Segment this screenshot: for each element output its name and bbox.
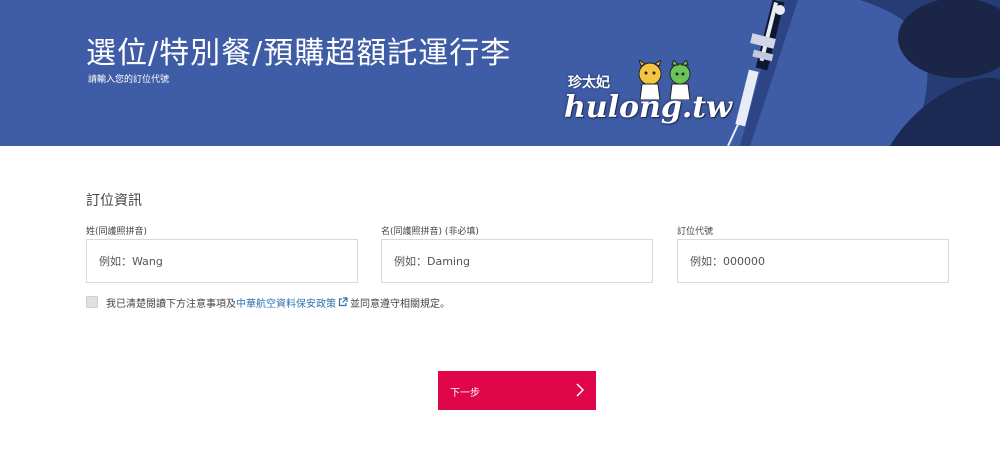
consent-prefix: 我已清楚閱讀下方注意事項及 — [106, 298, 236, 310]
privacy-policy-link[interactable]: 中華航空資料保安政策 — [236, 295, 336, 310]
given-name-label: 名(同護照拼音) (非必填) — [381, 227, 479, 237]
next-step-button[interactable]: 下一步 — [438, 371, 596, 410]
surname-label: 姓(同護照拼音) — [86, 227, 148, 237]
airplane-engine-illustration — [720, 0, 1000, 146]
booking-code-field[interactable] — [677, 239, 949, 283]
hero-banner: 選位/特別餐/預購超額託運行李 請輸入您的訂位代號 珍太妃 hulong.tw — [0, 0, 1000, 146]
consent-row: 我已清楚閱讀下方注意事項及 中華航空資料保安政策 並同意遵守相關規定。 — [86, 295, 450, 310]
next-step-label: 下一步 — [450, 388, 480, 399]
booking-code-label: 訂位代號 — [677, 227, 714, 237]
watermark-cn-text: 珍太妃 — [568, 75, 610, 91]
section-title: 訂位資訊 — [86, 193, 142, 209]
blog-watermark: 珍太妃 hulong.tw — [560, 60, 732, 130]
booking-code-input[interactable] — [678, 240, 948, 282]
given-name-input[interactable] — [382, 240, 652, 282]
chevron-right-icon — [576, 383, 584, 397]
surname-input[interactable] — [87, 240, 357, 282]
external-link-icon[interactable] — [338, 297, 348, 307]
watermark-text: hulong.tw — [564, 90, 732, 125]
page-title: 選位/特別餐/預購超額託運行李 — [86, 36, 512, 71]
consent-suffix: 並同意遵守相關規定。 — [350, 298, 450, 310]
consent-checkbox[interactable] — [86, 296, 98, 308]
page-subtitle: 請輸入您的訂位代號 — [88, 75, 170, 85]
given-name-field[interactable] — [381, 239, 653, 283]
surname-field[interactable] — [86, 239, 358, 283]
